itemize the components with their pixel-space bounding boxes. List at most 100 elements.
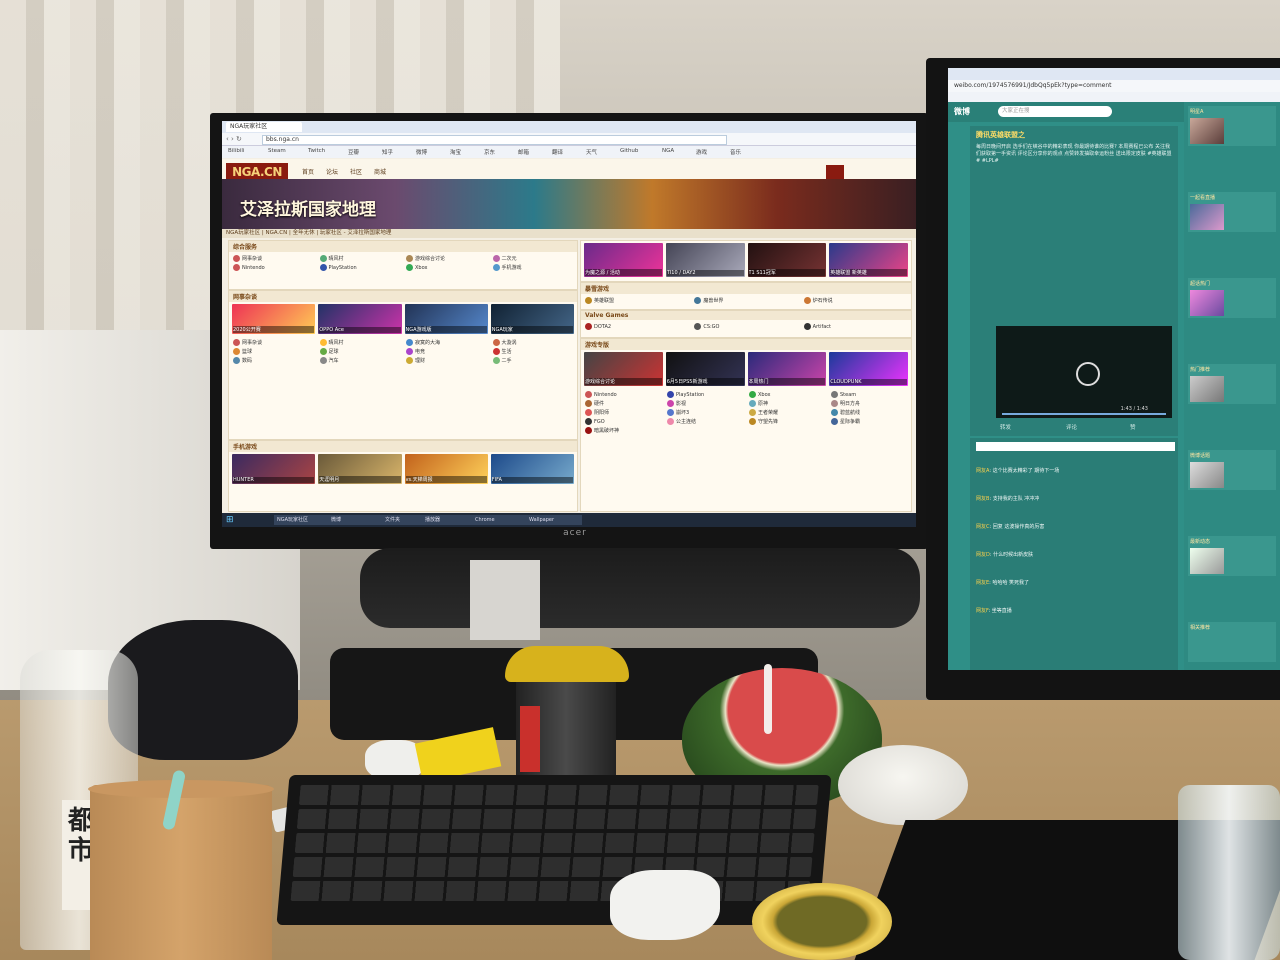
bookmark[interactable]: 豆瓣 [348,148,359,156]
forum-link[interactable]: Xbox [749,391,825,398]
browser-tab[interactable]: NGA玩家社区 [226,122,302,132]
forum-link[interactable]: 王者荣耀 [749,409,825,416]
nav-item[interactable]: 商城 [374,167,386,176]
forum-link[interactable]: 明日方舟 [831,400,907,407]
forum-link[interactable]: 硬件 [585,400,661,407]
taskbar-item[interactable]: 微博 [328,515,384,525]
bookmark[interactable]: Twitch [308,148,325,154]
address-input[interactable]: bbs.nga.cn [262,135,727,145]
forum-link[interactable]: 篮球 [233,348,314,355]
thumb-card[interactable]: NGA玩家 [490,304,574,334]
forum-link[interactable]: 炉石传说 [803,297,907,304]
thumb-card[interactable]: NGA游戏版 [404,304,488,334]
nav-item[interactable]: 论坛 [326,167,338,176]
forum-link[interactable]: Nintendo [233,264,314,271]
taskbar-item[interactable]: Wallpaper [526,515,582,525]
thumb-card[interactable]: 2020公开赛 [232,304,316,334]
forum-link[interactable]: 公主连结 [667,418,743,425]
forum-link[interactable]: 理财 [406,357,487,364]
forum-link[interactable]: 二手 [492,357,574,364]
video-player[interactable]: 1:43 / 1:43 [996,326,1172,418]
thumb-card[interactable]: FIFA [490,454,574,484]
nav-item[interactable]: 首页 [302,167,314,176]
forum-link[interactable]: 晴风村 [319,255,401,262]
forum-link[interactable]: 碧蓝航线 [831,409,907,416]
side-card[interactable]: 相关推荐 [1188,622,1276,662]
video-progress[interactable] [1002,413,1166,415]
forum-link[interactable]: Artifact [803,323,907,330]
repost-button[interactable]: 转发 [1000,423,1011,431]
bookmark[interactable]: 翻译 [552,148,563,156]
side-card[interactable]: 超话热门 [1188,278,1276,318]
forum-link[interactable]: 网事杂谈 [233,255,314,262]
forum-link[interactable]: 电竞 [406,348,487,355]
taskbar-item[interactable]: Chrome [472,515,528,525]
bookmark[interactable]: 音乐 [730,148,741,156]
forum-link[interactable]: 暗黑破坏神 [585,427,661,434]
thumb-card[interactable]: 为魔之源 / 活动 [584,243,663,277]
thumb-card[interactable]: 游戏综合讨论 [584,352,663,386]
forum-link[interactable]: 大漩涡 [492,339,574,346]
forum-link[interactable]: DOTA2 [585,323,688,330]
comment-input[interactable] [976,442,1175,451]
thumb-card[interactable]: CLOUDPUNK [829,352,908,386]
forum-link[interactable]: 影视 [667,400,743,407]
forum-link[interactable]: Xbox [406,264,487,271]
forum-link[interactable]: PlayStation [667,391,743,398]
forum-link[interactable]: PlayStation [319,264,401,271]
bookmark[interactable]: 淘宝 [450,148,461,156]
forum-link[interactable]: CS:GO [694,323,797,330]
side-card[interactable]: 最新动态 [1188,536,1276,576]
forum-link[interactable]: 魔兽世界 [694,297,797,304]
side-card[interactable]: 微博话题 [1188,450,1276,490]
address-input[interactable]: weibo.com/1974576991/JdbQq5pEk?type=comm… [948,80,1280,92]
side-card[interactable]: 明星A [1188,106,1276,146]
forum-link[interactable]: Steam [831,391,907,398]
forum-link[interactable]: 星际争霸 [831,418,907,425]
thumb-card[interactable]: OPPO Ace [318,304,402,334]
nav-item[interactable]: 社区 [350,167,362,176]
taskbar-item[interactable]: 文件夹 [382,515,424,525]
user-avatar[interactable] [826,165,844,179]
thumb-card[interactable]: 6月5日PS5新游戏 [665,352,745,386]
forum-link[interactable]: FGO [585,418,661,425]
bookmark[interactable]: 邮箱 [518,148,529,156]
thumb-card[interactable]: 天涯明月 [318,454,402,484]
forum-link[interactable]: 晴风村 [319,339,401,346]
thumb-card[interactable]: T1 S11冠军 [747,243,827,277]
thumb-card[interactable]: HUNTER [232,454,316,484]
forum-link[interactable]: 二次元 [492,255,574,262]
forum-link[interactable]: 网事杂谈 [233,339,314,346]
post-username[interactable]: 腾讯英雄联盟之 [976,130,1025,140]
forum-link[interactable]: 游戏综合讨论 [406,255,487,262]
like-button[interactable]: 赞 [1130,423,1136,431]
back-icon[interactable]: ‹ › ↻ [226,135,242,143]
taskbar-item[interactable]: 播放器 [422,515,474,525]
bookmark[interactable]: Github [620,148,638,154]
weibo-logo[interactable]: 微博 [954,106,990,118]
search-input[interactable]: 大家正在搜 [998,106,1112,117]
bookmark[interactable]: 天气 [586,148,597,156]
forum-link[interactable]: 守望先锋 [749,418,825,425]
thumb-card[interactable]: 本周热门 [747,352,827,386]
forum-link[interactable]: 生活 [492,348,574,355]
taskbar-item[interactable]: NGA玩家社区 [274,515,330,525]
bookmark[interactable]: Bilibili [228,148,244,154]
forum-link[interactable]: 阴阳师 [585,409,661,416]
thumb-card[interactable]: vs.天梯周报 [404,454,488,484]
comment-button[interactable]: 评论 [1066,423,1077,431]
bookmark[interactable]: Steam [268,148,286,154]
forum-link[interactable]: 寂寞的大海 [406,339,487,346]
forum-link[interactable]: 英雄联盟 [585,297,688,304]
bookmark[interactable]: 京东 [484,148,495,156]
thumb-card[interactable]: TI10 / DAY2 [665,243,745,277]
bookmark[interactable]: 知乎 [382,148,393,156]
bookmark[interactable]: 微博 [416,148,427,156]
side-card[interactable]: 热门推荐 [1188,364,1276,404]
forum-link[interactable]: 汽车 [319,357,401,364]
forum-link[interactable]: 原神 [749,400,825,407]
forum-link[interactable]: 数码 [233,357,314,364]
forum-link[interactable]: 手机游戏 [492,264,574,271]
windows-start-icon[interactable]: ⊞ [226,515,236,525]
forum-link[interactable]: 足球 [319,348,401,355]
